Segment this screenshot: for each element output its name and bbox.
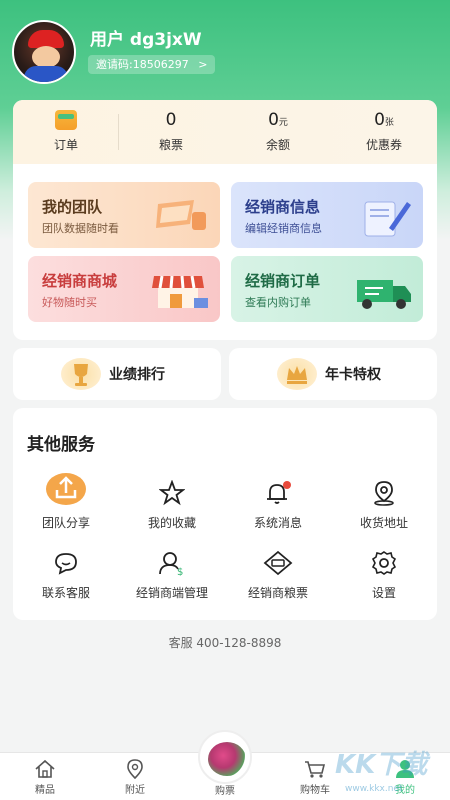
tile-my-team[interactable]: 我的团队 团队数据随时看: [28, 182, 220, 248]
tile-subtitle: 团队数据随时看: [42, 222, 119, 235]
stat-value: 0: [165, 110, 177, 130]
tab-nearby[interactable]: 附近: [90, 759, 180, 796]
invite-code-text: 邀请码:18506297: [96, 58, 189, 71]
ticket-flower-icon: [208, 742, 246, 776]
order-icon: [55, 110, 77, 130]
stat-unit: 元: [278, 118, 288, 128]
service-label: 收货地址: [359, 516, 408, 530]
service-shipping-address[interactable]: 收货地址: [331, 480, 437, 531]
service-label: 系统消息: [253, 516, 302, 530]
tile-dealer-orders[interactable]: 经销商订单 查看内购订单: [231, 256, 423, 322]
service-label: 我的收藏: [147, 516, 196, 530]
invite-code-chip[interactable]: 邀请码:18506297 >: [88, 55, 216, 74]
bar-label: 年卡特权: [325, 367, 381, 383]
service-contact-support[interactable]: 联系客服: [13, 550, 119, 601]
ticket-icon: [263, 550, 293, 576]
watermark: KK下载 www.kkx.net: [335, 744, 447, 798]
tile-subtitle: 查看内购订单: [245, 296, 311, 309]
tab-featured[interactable]: 精品: [0, 759, 90, 796]
tile-title: 经销商信息: [245, 198, 321, 216]
watermark-url: www.kkx.net: [345, 784, 403, 794]
cart-icon: [305, 761, 326, 778]
customer-service-hotline[interactable]: 客服 400-128-8898: [0, 634, 450, 651]
tile-subtitle: 编辑经销商信息: [245, 222, 322, 235]
service-label: 联系客服: [41, 586, 90, 600]
svg-text:$: $: [177, 567, 183, 576]
crown-icon: [277, 358, 317, 390]
service-label: 团队分享: [41, 516, 90, 530]
location-icon: [374, 481, 394, 506]
stat-balance[interactable]: 0元 余额: [233, 108, 323, 153]
tile-dealer-info[interactable]: 经销商信息 编辑经销商信息: [231, 182, 423, 248]
stat-value: 0: [268, 110, 279, 130]
truck-icon: [357, 280, 411, 309]
watermark-logo: KK下载: [335, 750, 428, 780]
trophy-icon: [61, 358, 101, 390]
tile-subtitle: 好物随时买: [42, 296, 97, 309]
stat-grain-tickets[interactable]: 0 粮票: [126, 108, 216, 153]
stat-unit: 张: [384, 118, 394, 128]
service-label: 经销商粮票: [247, 586, 308, 600]
service-label: 设置: [371, 586, 396, 600]
tab-label: 精品: [35, 785, 55, 796]
tile-title: 我的团队: [42, 198, 103, 216]
tile-title: 经销商商城: [42, 272, 118, 290]
service-team-share[interactable]: 团队分享: [13, 472, 119, 531]
tab-label: 附近: [125, 785, 145, 796]
notification-badge: [283, 481, 291, 489]
stat-orders[interactable]: 订单: [21, 108, 111, 153]
tile-dealer-mall[interactable]: 经销商商城 好物随时买: [28, 256, 220, 322]
service-system-messages[interactable]: 系统消息: [225, 480, 331, 531]
stat-coupons[interactable]: 0张 优惠券: [339, 108, 429, 153]
stat-label: 优惠券: [365, 138, 402, 152]
user-manage-icon: $: [159, 552, 183, 576]
service-my-favorites[interactable]: 我的收藏: [119, 480, 225, 531]
map-pin-icon: [127, 759, 143, 779]
username: 用户 dg3jxW: [90, 30, 202, 50]
service-dealer-management[interactable]: $ 经销商端管理: [119, 550, 225, 601]
share-icon: [46, 473, 86, 505]
account-card: 订单 0 粮票 0元 余额 0张 优惠券 我的团队 团队数据随时看 经销商信息 …: [13, 100, 437, 340]
shop-icon: [152, 275, 208, 308]
tile-title: 经销商订单: [245, 272, 321, 290]
chevron-right-icon: >: [198, 58, 208, 71]
stat-value: 0: [374, 110, 385, 130]
team-flag-icon: [156, 200, 206, 230]
service-dealer-grain-tickets[interactable]: 经销商粮票: [225, 550, 331, 601]
tab-buy-tickets-button[interactable]: [198, 730, 252, 784]
stat-label: 余额: [265, 138, 290, 152]
document-edit-icon: [364, 201, 411, 237]
home-icon: [35, 759, 55, 778]
stat-label: 粮票: [158, 138, 183, 152]
stat-label: 订单: [53, 138, 78, 152]
chat-icon: [55, 553, 77, 575]
gear-icon: [371, 551, 397, 575]
bar-label: 业绩排行: [109, 367, 165, 383]
avatar[interactable]: [12, 20, 76, 84]
performance-ranking-button[interactable]: 业绩排行: [13, 348, 221, 400]
divider: [118, 114, 119, 150]
annual-card-privilege-button[interactable]: 年卡特权: [229, 348, 437, 400]
stats-row: 订单 0 粮票 0元 余额 0张 优惠券: [13, 100, 437, 164]
bell-icon: [267, 481, 291, 504]
service-settings[interactable]: 设置: [331, 550, 437, 601]
tab-label: 购票: [215, 786, 235, 797]
other-services-card: 其他服务 团队分享 我的收藏 系统消息 收货地址 联系客服 $ 经销商端管理 经…: [13, 408, 437, 620]
service-label: 经销商端管理: [135, 586, 208, 600]
section-title: 其他服务: [27, 435, 95, 455]
star-icon: [159, 480, 185, 506]
